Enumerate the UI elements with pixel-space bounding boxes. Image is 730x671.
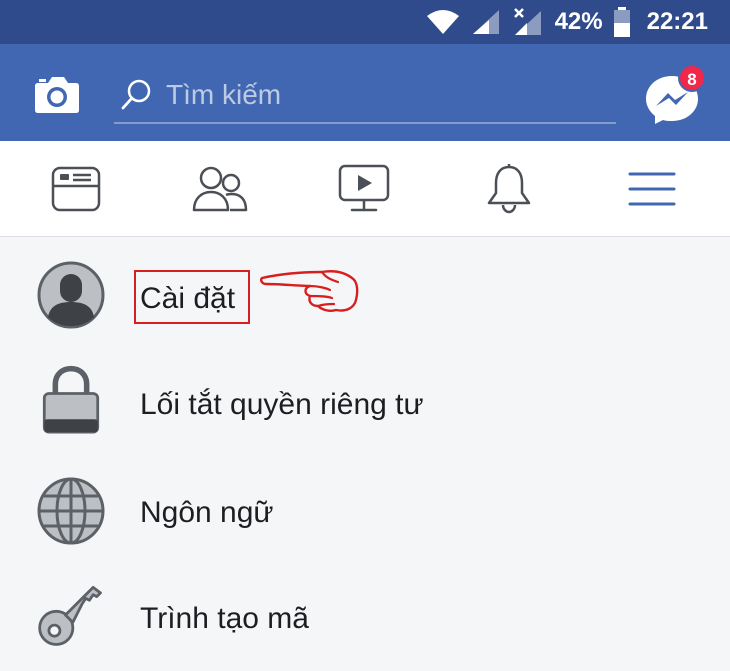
wifi-icon — [426, 10, 459, 34]
tab-watch[interactable] — [336, 163, 392, 215]
status-bar: 42% 22:21 — [0, 0, 730, 44]
menu-item-code-generator-label: Trình tạo mã — [140, 602, 309, 635]
search-icon — [121, 79, 151, 110]
tab-notifications[interactable] — [481, 163, 537, 215]
lock-icon — [42, 365, 100, 434]
messenger-badge: 8 — [678, 64, 706, 92]
clock: 22:21 — [646, 8, 708, 35]
menu-item-privacy-shortcuts-label: Lối tắt quyền riêng tư — [140, 388, 424, 421]
menu-item-language-label: Ngôn ngữ — [140, 496, 274, 529]
battery-icon — [613, 7, 630, 37]
friends-icon — [192, 166, 248, 212]
menu-item-code-generator[interactable]: Trình tạo mã — [0, 568, 730, 668]
globe-icon — [37, 477, 105, 545]
annotation-highlight-box — [134, 270, 250, 324]
signal-no-sim-icon — [513, 8, 541, 35]
camera-button[interactable] — [34, 74, 80, 114]
tab-bar — [0, 141, 730, 237]
battery-percent: 42% — [554, 8, 603, 35]
menu-item-settings[interactable]: Cài đặt — [0, 248, 730, 348]
menu-item-language[interactable]: Ngôn ngữ — [0, 462, 730, 562]
news-feed-icon — [51, 166, 101, 212]
camera-icon — [35, 77, 79, 113]
top-bar: 8 — [0, 44, 730, 141]
pointing-hand-icon — [260, 270, 359, 312]
menu-item-privacy-shortcuts[interactable]: Lối tắt quyền riêng tư — [0, 354, 730, 454]
messenger-button[interactable]: 8 — [644, 64, 706, 126]
profile-avatar-icon — [37, 261, 105, 329]
key-icon — [38, 585, 102, 646]
search-input[interactable] — [166, 79, 606, 111]
menu-hamburger-icon — [628, 172, 676, 206]
tab-news-feed[interactable] — [48, 163, 104, 215]
watch-video-icon — [338, 164, 390, 212]
signal-icon — [472, 10, 499, 34]
notifications-bell-icon — [487, 164, 531, 214]
tab-friends[interactable] — [192, 163, 248, 215]
search-box[interactable] — [114, 68, 616, 124]
tab-menu[interactable] — [624, 163, 680, 215]
